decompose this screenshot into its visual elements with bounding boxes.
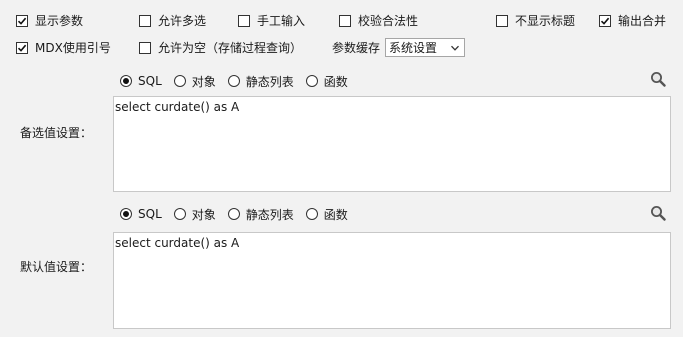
check-icon [16, 15, 28, 27]
mdx-ref-checkbox[interactable]: MDX使用引号 [16, 40, 111, 56]
checkbox-box [238, 15, 250, 27]
param-cache-label: 参数缓存 [332, 41, 381, 55]
radio-label: 对象 [191, 74, 216, 89]
merge-output-label: 输出合并 [618, 14, 667, 28]
allow-empty-label: 允许为空（存储过程查询） [158, 41, 303, 55]
param-cache-value: 系统设置 [389, 41, 438, 55]
manual-input-label: 手工输入 [257, 14, 306, 28]
candidate-radio-function[interactable]: 函数 [305, 73, 348, 90]
candidate-label: 备选值设置： [20, 126, 93, 140]
radio-dot [227, 208, 240, 220]
merge-output-checkbox[interactable]: 输出合并 [599, 13, 666, 29]
default-label: 默认值设置： [20, 260, 93, 274]
radio-label: SQL [138, 207, 162, 221]
default-radio-sql[interactable]: SQL [120, 207, 162, 221]
radio-dot [305, 208, 318, 220]
show-params-checkbox[interactable]: 显示参数 [16, 13, 83, 29]
validate-checkbox[interactable]: 校验合法性 [339, 13, 418, 29]
radio-dot [120, 208, 132, 220]
check-icon [599, 15, 611, 27]
default-source-radios: SQL 对象 静态列表 函数 [120, 206, 360, 222]
param-cache-field: 参数缓存 [332, 40, 380, 56]
radio-label: 函数 [323, 207, 348, 222]
search-icon[interactable] [650, 205, 666, 221]
default-radio-function[interactable]: 函数 [305, 206, 348, 223]
candidate-radio-object[interactable]: 对象 [173, 73, 216, 90]
candidate-sql-editor[interactable]: select curdate() as A [113, 96, 671, 192]
radio-label: 函数 [323, 74, 348, 89]
default-sql-editor[interactable]: select curdate() as A [113, 232, 671, 329]
hide-title-label: 不显示标题 [515, 14, 576, 28]
radio-label: 静态列表 [245, 207, 294, 222]
allow-multi-label: 允许多选 [158, 14, 207, 28]
candidate-source-radios: SQL 对象 静态列表 函数 [120, 73, 360, 89]
chevron-down-icon [448, 41, 462, 55]
radio-label: 静态列表 [245, 74, 294, 89]
radio-dot [173, 75, 186, 87]
show-params-label: 显示参数 [35, 14, 84, 28]
default-radio-static-list[interactable]: 静态列表 [227, 206, 294, 223]
checkbox-box [339, 15, 351, 27]
radio-dot [173, 208, 186, 220]
candidate-radio-sql[interactable]: SQL [120, 74, 162, 88]
mdx-ref-label: MDX使用引号 [35, 41, 111, 55]
radio-label: 对象 [191, 207, 216, 222]
radio-label: SQL [138, 74, 162, 88]
checkbox-box [139, 42, 151, 54]
validate-label: 校验合法性 [358, 14, 419, 28]
radio-dot [305, 75, 318, 87]
radio-dot [120, 75, 132, 87]
default-radio-object[interactable]: 对象 [173, 206, 216, 223]
hide-title-checkbox[interactable]: 不显示标题 [496, 13, 575, 29]
manual-input-checkbox[interactable]: 手工输入 [238, 13, 305, 29]
allow-multi-checkbox[interactable]: 允许多选 [139, 13, 206, 29]
radio-dot [227, 75, 240, 87]
candidate-radio-static-list[interactable]: 静态列表 [227, 73, 294, 90]
search-icon[interactable] [650, 71, 666, 87]
param-cache-select[interactable]: 系统设置 [385, 38, 465, 57]
check-icon [16, 42, 28, 54]
allow-empty-checkbox[interactable]: 允许为空（存储过程查询） [139, 40, 302, 56]
checkbox-box [496, 15, 508, 27]
checkbox-box [139, 15, 151, 27]
